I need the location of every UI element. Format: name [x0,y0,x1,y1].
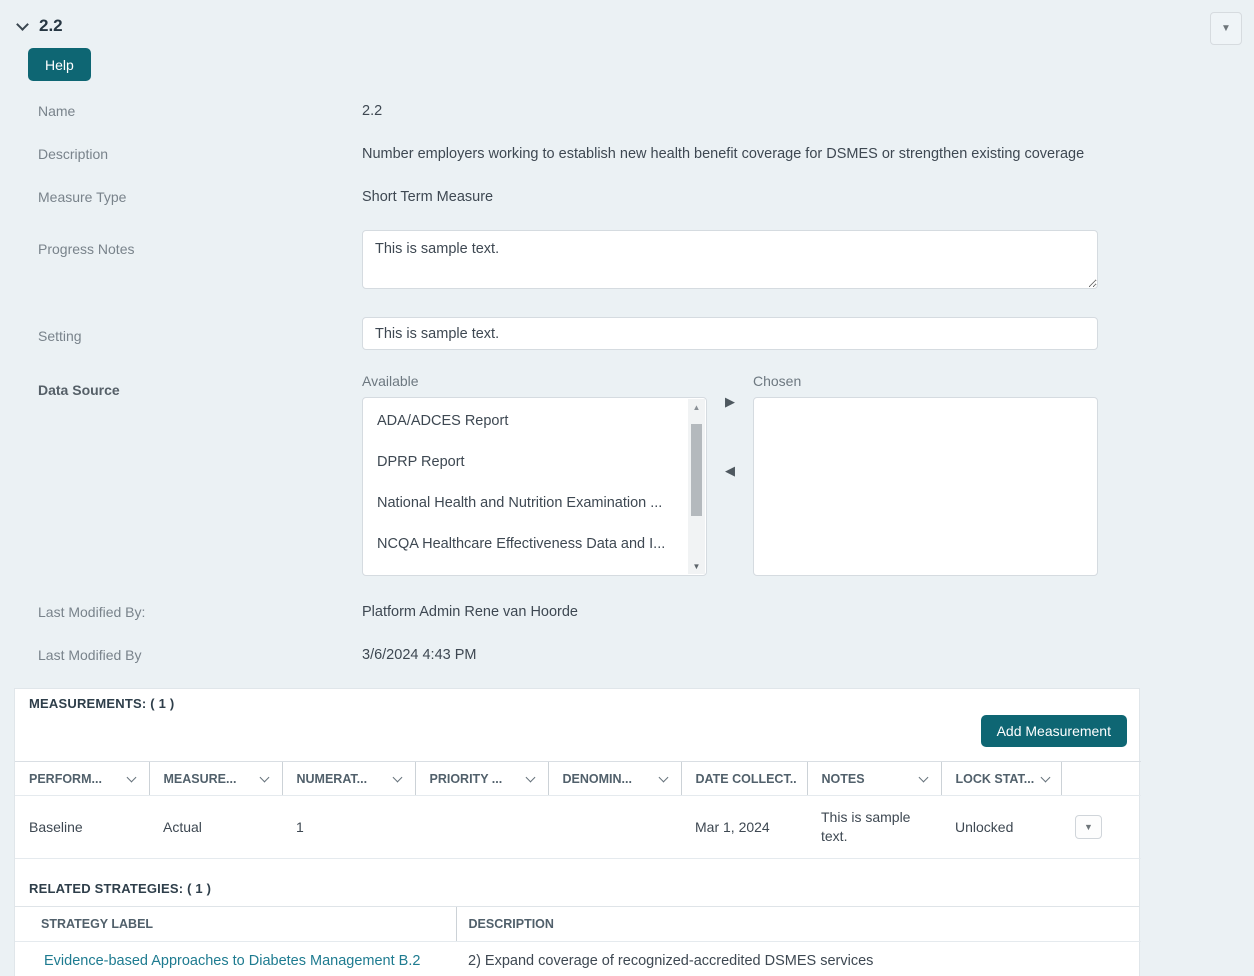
page-title: 2.2 [39,16,63,35]
setting-label: Setting [38,328,82,344]
chevron-down-icon: ▼ [1084,821,1093,832]
column-header-lock-status[interactable]: LOCK STAT... [940,761,1061,796]
field-measure-type: Measure Type Short Term Measure [0,187,1254,209]
setting-input[interactable] [362,317,1098,350]
cell-measure: Actual [149,795,282,859]
move-left-icon[interactable]: ◀ [725,464,735,477]
cell-numerator: 1 [282,795,415,859]
column-header-strategy-label: STRATEGY LABEL [15,907,456,942]
last-modified-by-label: Last Modified By: [38,604,146,620]
chosen-caption: Chosen [753,373,802,389]
column-header-measure[interactable]: MEASURE... [148,761,282,796]
available-item[interactable]: National Health and Nutrition Examinatio… [363,483,706,524]
name-label: Name [38,103,76,119]
header: 2.2 [0,0,1254,36]
related-strategies-title: RELATED STRATEGIES: ( 1 ) [15,872,1139,907]
cell-denominator [548,795,681,859]
list-scrollbar[interactable]: ▲ ▼ [688,399,705,574]
cell-performance: Baseline [15,795,149,859]
chevron-down-icon[interactable] [1040,772,1051,782]
strategy-description: 2) Expand coverage of recognized-accredi… [456,941,1141,976]
field-last-modified-date: Last Modified By 3/6/2024 4:43 PM [0,645,1254,667]
description-value: Number employers working to establish ne… [362,146,1085,162]
available-item[interactable]: ADA/ADCES Report [363,401,706,442]
column-header-notes[interactable]: NOTES [806,761,941,796]
progress-notes-label: Progress Notes [38,241,135,257]
scroll-up-icon[interactable]: ▲ [688,399,705,415]
available-listbox[interactable]: ADA/ADCES Report DPRP Report National He… [362,397,707,576]
chevron-down-icon[interactable] [918,772,928,782]
field-data-source: Data Source Available ADA/ADCES Report D… [0,371,1254,576]
column-header-performance[interactable]: PERFORM... [15,761,149,796]
column-header-numerator[interactable]: NUMERAT... [281,761,415,796]
strategy-link[interactable]: Evidence-based Approaches to Diabetes Ma… [44,953,420,969]
data-source-label: Data Source [38,382,120,398]
last-modified-by-value: Platform Admin Rene van Hoorde [362,604,578,620]
field-setting: Setting [0,317,1254,350]
collapse-chevron-icon[interactable] [16,17,29,31]
last-modified-date-label: Last Modified By [38,647,142,663]
help-button[interactable]: Help [28,48,91,81]
name-value: 2.2 [362,103,383,119]
move-right-icon[interactable]: ▶ [725,395,735,408]
more-options-button[interactable]: ▼ [1210,12,1242,45]
cell-date-collected: Mar 1, 2024 [681,795,807,859]
scroll-down-icon[interactable]: ▼ [688,558,705,574]
available-item[interactable]: NCQA Healthcare Effectiveness Data and I… [363,524,706,565]
cell-lock-status: Unlocked [941,795,1061,859]
available-item[interactable]: DPRP Report [363,442,706,483]
strategies-header-row: STRATEGY LABEL DESCRIPTION [15,907,1141,942]
description-label: Description [38,146,109,162]
related-strategies-table: STRATEGY LABEL DESCRIPTION Evidence-base… [15,907,1141,976]
measurements-table: PERFORM... MEASURE... NUMERAT... PRIORIT… [15,761,1141,859]
measure-form: Name 2.2 Description Number employers wo… [0,101,1254,667]
scrollbar-thumb[interactable] [691,424,702,516]
cell-actions: ▼ [1061,795,1141,859]
strategy-row: Evidence-based Approaches to Diabetes Ma… [15,941,1141,976]
column-header-priority[interactable]: PRIORITY ... [414,761,548,796]
field-description: Description Number employers working to … [0,144,1254,166]
column-header-date-collected[interactable]: DATE COLLECT... [680,761,807,796]
chevron-down-icon: ▼ [1221,23,1231,34]
measure-detail-page: 2.2 ▼ Help Name 2.2 Description Number e… [0,0,1254,976]
row-menu-button[interactable]: ▼ [1075,815,1102,839]
measurements-header-row: PERFORM... MEASURE... NUMERAT... PRIORIT… [15,761,1141,796]
field-name: Name 2.2 [0,101,1254,123]
cell-notes: This is sample text. [807,795,941,859]
chevron-down-icon[interactable] [525,772,535,782]
measurements-title: MEASUREMENTS: ( 1 ) [29,696,175,711]
cell-priority [415,795,548,859]
measure-type-value: Short Term Measure [362,189,494,205]
column-header-actions [1060,761,1141,796]
chevron-down-icon[interactable] [126,772,136,782]
field-progress-notes: Progress Notes This is sample text. [0,230,1254,296]
measurements-panel: MEASUREMENTS: ( 1 ) Add Measurement PERF… [14,688,1141,976]
progress-notes-textarea[interactable]: This is sample text. [362,230,1098,289]
measurement-row: Baseline Actual 1 Mar 1, 2024 This is sa… [15,795,1141,859]
field-last-modified-by: Last Modified By: Platform Admin Rene va… [0,602,1254,624]
chevron-down-icon[interactable] [392,772,402,782]
chevron-down-icon[interactable] [259,772,269,782]
last-modified-date-value: 3/6/2024 4:43 PM [362,647,477,663]
available-caption: Available [362,373,419,389]
data-source-duallist: Available ADA/ADCES Report DPRP Report N… [362,371,1098,576]
chosen-listbox[interactable] [753,397,1098,576]
add-measurement-button[interactable]: Add Measurement [980,715,1127,747]
column-header-description: DESCRIPTION [455,907,1141,942]
column-header-denominator[interactable]: DENOMIN... [547,761,681,796]
chevron-down-icon[interactable] [658,772,668,782]
measure-type-label: Measure Type [38,189,127,205]
